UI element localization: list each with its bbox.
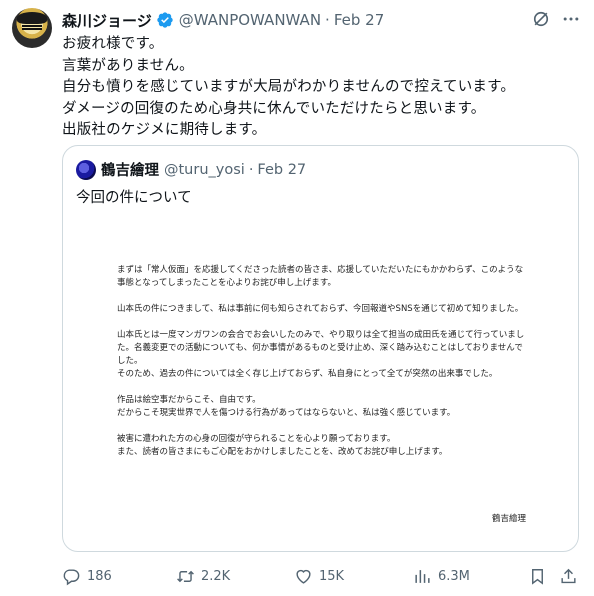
share-icon — [561, 568, 576, 583]
quoted-author-avatar — [76, 159, 96, 180]
statement-paragraph: まずは「常人仮面」を応援してくださった読者の皆さま、応援していただいたにもかかわ… — [117, 265, 524, 288]
quoted-post-header: 鶴吉繪理 @turu_yosi · Feb 27 — [76, 159, 306, 180]
quoted-post-date: Feb 27 — [257, 161, 307, 178]
verified-badge-icon — [157, 12, 173, 28]
statement-paragraph: 被害に遭われた方の心身の回復が守られることを心より願っております。 また、読者の… — [117, 434, 448, 457]
reply-icon — [63, 568, 80, 585]
bookmark-button[interactable] — [528, 565, 547, 587]
grok-icon[interactable] — [531, 9, 551, 29]
separator-dot: · — [325, 11, 330, 29]
statement-image[interactable]: まずは「常人仮面」を応援してくださった読者の皆さま、応援していただいたにもかかわ… — [117, 264, 527, 524]
post-text: お疲れ様です。 言葉がありません。 自分も憤りを感じていますが大局がわかりません… — [62, 36, 516, 138]
author-name[interactable]: 森川ジョージ — [62, 10, 152, 31]
post-header: 森川ジョージ @WANPOWANWAN · Feb 27 — [62, 9, 594, 31]
statement-paragraph: 作品は絵空事だからこそ、自由です。 だからこそ現実世界で人を傷つける行為があって… — [117, 395, 456, 418]
like-icon — [296, 569, 311, 584]
quoted-separator-dot: · — [248, 161, 254, 178]
quoted-post[interactable]: 鶴吉繪理 @turu_yosi · Feb 27 今回の件について まずは「常人… — [62, 145, 579, 552]
reply-count: 186 — [87, 568, 112, 584]
statement-signature: 鶴吉繪理 — [492, 514, 527, 524]
like-count: 15K — [319, 568, 345, 584]
quoted-author-name: 鶴吉繪理 — [101, 163, 159, 179]
avatar-glasses — [22, 25, 42, 30]
statement-paragraph: 山本氏の件につきまして、私は事前に何も知らされておらず、今回報道やSNSを通じて… — [117, 304, 524, 314]
quoted-post-text: 今回の件について — [76, 190, 192, 206]
quoted-author-handle: @turu_yosi — [164, 161, 245, 178]
views-icon — [415, 569, 430, 583]
author-avatar[interactable] — [12, 8, 52, 48]
more-icon[interactable] — [561, 9, 581, 29]
repost-count: 2.2K — [201, 568, 231, 584]
author-handle[interactable]: @WANPOWANWAN — [179, 11, 321, 29]
statement-paragraph: 山本氏とは一度マンガワンの会合でお会いしたのみで、やり取りは全て担当の成田氏を通… — [117, 330, 525, 379]
like-button[interactable]: 15K — [294, 565, 344, 587]
action-bar: 186 2.2K 15K 6.3M — [62, 565, 582, 587]
avatar-hair — [17, 12, 47, 24]
reply-button[interactable]: 186 — [62, 565, 112, 587]
views-button[interactable]: 6.3M — [413, 565, 470, 587]
bookmark-icon — [532, 568, 543, 585]
post-date[interactable]: Feb 27 — [334, 11, 384, 29]
views-count: 6.3M — [438, 568, 470, 584]
repost-button[interactable]: 2.2K — [176, 565, 230, 587]
repost-icon — [177, 570, 194, 582]
share-button[interactable] — [559, 565, 578, 587]
